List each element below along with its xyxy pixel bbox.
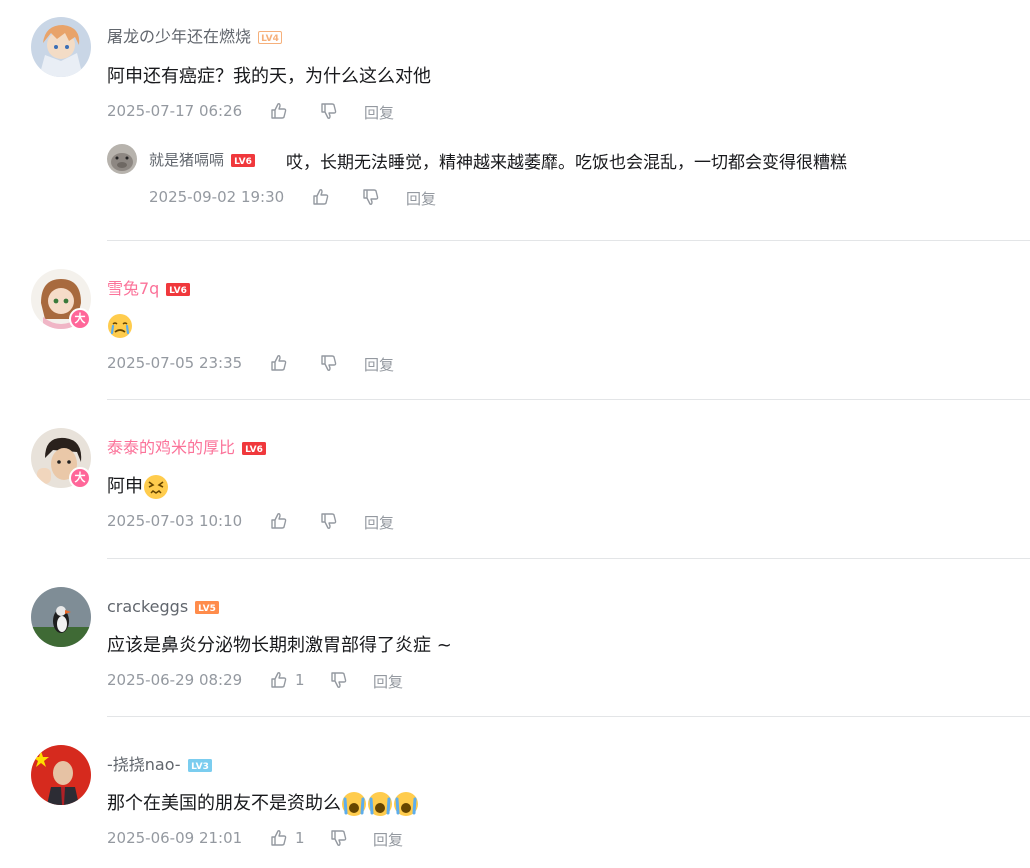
comment-text — [107, 313, 133, 339]
dislike-button[interactable] — [361, 187, 381, 207]
like-count: 1 — [295, 671, 305, 689]
svg-text:LV5: LV5 — [198, 604, 216, 614]
sub-reply-time: 2025-09-02 19:30 — [149, 188, 285, 206]
anime-avatar-image — [31, 17, 91, 77]
sub-reply-avatar[interactable] — [107, 144, 137, 174]
username-text[interactable]: 泰泰的鸡米的厚比 — [107, 438, 235, 457]
avatar[interactable] — [31, 745, 91, 805]
reply-button[interactable]: 回复 — [406, 188, 436, 209]
username[interactable]: 雪兔7q LV6 — [107, 279, 191, 299]
level-badge: LV6 — [242, 442, 267, 455]
avatar[interactable] — [31, 587, 91, 647]
reply-button[interactable]: 回复 — [373, 829, 403, 850]
comment-time: 2025-07-17 06:26 — [107, 102, 243, 120]
like-count: 1 — [295, 829, 305, 847]
username[interactable]: 泰泰的鸡米的厚比 LV6 — [107, 438, 267, 458]
svg-text:LV4: LV4 — [261, 34, 279, 44]
like-button[interactable] — [269, 353, 289, 373]
divider — [107, 240, 1030, 241]
dislike-button[interactable] — [329, 828, 349, 848]
like-button[interactable]: 1 — [269, 670, 305, 690]
vip-badge: 大 — [69, 467, 91, 489]
thumbs-up-icon — [271, 513, 287, 529]
thumbs-down-icon — [321, 513, 337, 529]
comment-time: 2025-07-05 23:35 — [107, 354, 243, 372]
comment-text: 阿申 — [107, 474, 169, 500]
svg-text:LV6: LV6 — [245, 445, 263, 455]
thumbs-down-icon — [363, 189, 379, 205]
reply-button[interactable]: 回复 — [373, 671, 403, 692]
like-button[interactable] — [269, 511, 289, 531]
divider — [107, 558, 1030, 559]
username-text[interactable]: -挠挠nao- — [107, 755, 181, 774]
like-button[interactable] — [311, 187, 331, 207]
sub-reply-username[interactable]: 就是猪嗝嗝 LV6 — [149, 149, 256, 170]
dislike-button[interactable] — [319, 101, 339, 121]
crying-face-emoji — [107, 313, 133, 339]
thumbs-down-icon — [321, 355, 337, 371]
divider — [107, 399, 1030, 400]
thumbs-up-icon — [313, 189, 329, 205]
username[interactable]: crackeggs LV5 — [107, 597, 220, 617]
svg-text:LV3: LV3 — [191, 762, 209, 772]
level-badge: LV4 — [258, 31, 283, 44]
wailing-face-emoji — [393, 791, 419, 817]
comment-time: 2025-07-03 10:10 — [107, 512, 243, 530]
svg-text:LV6: LV6 — [234, 157, 252, 167]
level-badge: LV3 — [187, 759, 212, 772]
comment-time: 2025-06-29 08:29 — [107, 671, 243, 689]
comment-time: 2025-06-09 21:01 — [107, 829, 243, 847]
thumbs-up-icon — [271, 355, 287, 371]
username-text[interactable]: crackeggs — [107, 597, 188, 616]
username-text[interactable]: 屠龙の少年还在燃烧 — [107, 27, 251, 46]
dislike-button[interactable] — [329, 670, 349, 690]
flag-avatar-image — [31, 745, 91, 805]
username[interactable]: 屠龙の少年还在燃烧 LV4 — [107, 27, 283, 47]
comment-text-content: 那个在美国的朋友不是资助么 — [107, 793, 341, 814]
dislike-button[interactable] — [319, 353, 339, 373]
reply-button[interactable]: 回复 — [364, 354, 394, 375]
thumbs-down-icon — [321, 103, 337, 119]
thumbs-up-icon — [271, 830, 287, 846]
reply-button[interactable]: 回复 — [364, 512, 394, 533]
svg-text:LV6: LV6 — [169, 286, 187, 296]
sub-reply-username-text[interactable]: 就是猪嗝嗝 — [149, 151, 224, 169]
comment-text: 那个在美国的朋友不是资助么 — [107, 791, 419, 817]
avatar[interactable] — [31, 17, 91, 77]
like-button[interactable] — [269, 101, 289, 121]
sub-reply-text: 哎，长期无法睡觉，精神越来越萎靡。吃饭也会混乱，一切都会变得很糟糕 — [286, 153, 847, 173]
puffin-avatar-image — [31, 587, 91, 647]
username[interactable]: -挠挠nao- LV3 — [107, 755, 212, 775]
level-badge: LV6 — [231, 154, 256, 167]
divider — [107, 716, 1030, 717]
thumbs-up-icon — [271, 672, 287, 688]
thumbs-down-icon — [331, 830, 347, 846]
thumbs-up-icon — [271, 103, 287, 119]
comment-text: 应该是鼻炎分泌物长期刺激胃部得了炎症 ~ — [107, 635, 452, 656]
comment-text: 阿申还有癌症？我的天，为什么这么对他 — [107, 66, 431, 87]
vip-badge: 大 — [69, 308, 91, 330]
level-badge: LV5 — [195, 601, 220, 614]
level-badge: LV6 — [166, 283, 191, 296]
pig-avatar-image — [107, 144, 137, 174]
wailing-face-emoji — [367, 791, 393, 817]
dizzy-face-emoji — [143, 474, 169, 500]
like-button[interactable]: 1 — [269, 828, 305, 848]
comment-text-content: 阿申 — [107, 476, 143, 497]
reply-button[interactable]: 回复 — [364, 102, 394, 123]
thumbs-down-icon — [331, 672, 347, 688]
username-text[interactable]: 雪兔7q — [107, 279, 159, 298]
wailing-face-emoji — [341, 791, 367, 817]
dislike-button[interactable] — [319, 511, 339, 531]
